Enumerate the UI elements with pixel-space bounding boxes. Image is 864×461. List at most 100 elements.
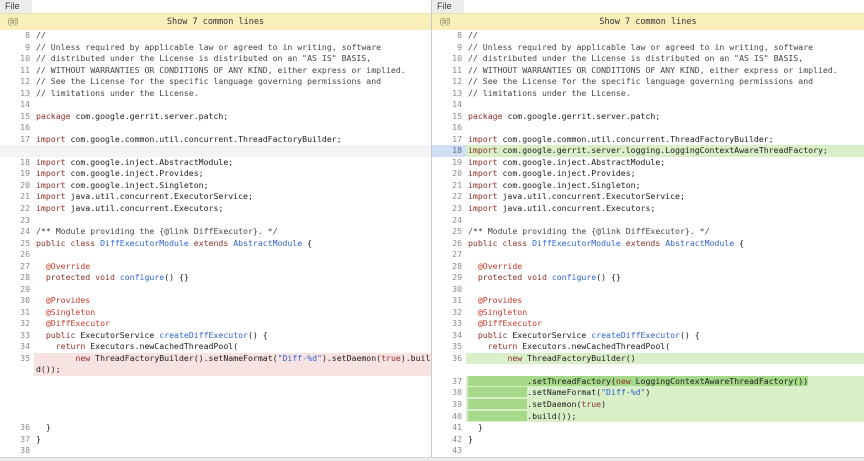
code-token: } — [36, 422, 51, 432]
line-number[interactable]: 19 — [432, 157, 466, 169]
line-number[interactable]: 12 — [0, 76, 34, 88]
line-number[interactable]: 30 — [432, 284, 466, 296]
show-common-lines-button[interactable]: Show 7 common lines — [432, 14, 864, 30]
line-number[interactable]: 11 — [432, 65, 466, 77]
code-token: import — [36, 203, 66, 213]
line-number[interactable]: 27 — [432, 249, 466, 261]
code-token: // See the License for the specific lang… — [36, 76, 381, 86]
line-number[interactable]: 17 — [432, 134, 466, 146]
code-line: import java.util.concurrent.Executors; — [466, 203, 864, 215]
line-number[interactable]: 16 — [0, 122, 34, 134]
line-number[interactable]: 43 — [432, 445, 466, 457]
code-row: 41 } — [432, 422, 864, 434]
line-number[interactable]: 19 — [0, 168, 34, 180]
line-number[interactable]: 34 — [0, 341, 34, 353]
line-number[interactable]: 10 — [432, 53, 466, 65]
diff-pane-left: File @@ Show 7 common lines 8//9// Unles… — [0, 0, 432, 457]
line-number[interactable]: 26 — [432, 238, 466, 250]
code-line: @Singleton — [34, 307, 431, 319]
line-number[interactable]: 23 — [0, 215, 34, 227]
line-number[interactable]: 35 — [0, 353, 34, 365]
line-number[interactable]: 37 — [432, 376, 466, 388]
line-number[interactable]: 29 — [432, 272, 466, 284]
hunk-bar-right[interactable]: @@ Show 7 common lines — [432, 13, 864, 30]
line-number[interactable]: 31 — [0, 307, 34, 319]
line-number[interactable]: 26 — [0, 249, 34, 261]
code-line: .build()); — [466, 411, 864, 423]
line-number[interactable]: 29 — [0, 284, 34, 296]
line-number[interactable]: 17 — [0, 134, 34, 146]
line-number[interactable]: 42 — [432, 434, 466, 446]
line-number[interactable]: 16 — [432, 122, 466, 134]
line-number[interactable]: 33 — [0, 330, 34, 342]
code-token: @Provides — [478, 295, 522, 305]
code-line: @DiffExecutor — [34, 318, 431, 330]
code-token: .build()); — [527, 411, 576, 421]
line-number[interactable]: 38 — [432, 387, 466, 399]
line-number[interactable]: 15 — [0, 111, 34, 123]
line-number[interactable]: 9 — [432, 42, 466, 54]
line-number[interactable]: 32 — [0, 318, 34, 330]
line-number[interactable]: 41 — [432, 422, 466, 434]
line-number[interactable]: 24 — [432, 215, 466, 227]
line-number[interactable]: 18 — [432, 145, 466, 157]
show-common-lines-button[interactable]: Show 7 common lines — [0, 14, 431, 30]
line-number[interactable]: 14 — [432, 99, 466, 111]
line-number[interactable]: 38 — [0, 445, 34, 457]
line-number[interactable]: 13 — [0, 88, 34, 100]
bottom-scroll-track[interactable] — [0, 457, 864, 461]
line-number[interactable]: 21 — [432, 180, 466, 192]
line-number[interactable]: 25 — [0, 238, 34, 250]
line-number[interactable]: 36 — [432, 353, 466, 365]
code-line — [34, 249, 431, 261]
code-row: 42} — [432, 434, 864, 446]
line-number[interactable]: 20 — [432, 168, 466, 180]
line-number[interactable]: 35 — [432, 341, 466, 353]
code-token: .setNameFormat( — [527, 387, 601, 397]
line-number[interactable]: 18 — [0, 157, 34, 169]
code-token: // WITHOUT WARRANTIES OR CONDITIONS OF A… — [36, 65, 406, 75]
line-number[interactable]: 37 — [0, 434, 34, 446]
code-row: 22import java.util.concurrent.ExecutorSe… — [432, 191, 864, 203]
code-token: com.google.inject.Singleton; — [66, 180, 209, 190]
line-number[interactable]: 31 — [432, 295, 466, 307]
line-number[interactable]: 27 — [0, 261, 34, 273]
line-number[interactable]: 32 — [432, 307, 466, 319]
line-number[interactable]: 28 — [0, 272, 34, 284]
line-number[interactable]: 23 — [432, 203, 466, 215]
code-row: 39 .setDaemon(true) — [432, 399, 864, 411]
code-row: 34 return Executors.newCachedThreadPool( — [0, 341, 431, 353]
line-number[interactable]: 14 — [0, 99, 34, 111]
hunk-bar-left[interactable]: @@ Show 7 common lines — [0, 13, 431, 30]
line-number[interactable]: 40 — [432, 411, 466, 423]
line-number[interactable]: 22 — [0, 203, 34, 215]
code-token: com.google.inject.Provides; — [66, 168, 204, 178]
code-line: @Provides — [34, 295, 431, 307]
code-row: 25public class DiffExecutorModule extend… — [0, 238, 431, 250]
code-row: 23import java.util.concurrent.Executors; — [432, 203, 864, 215]
line-number[interactable]: 12 — [432, 76, 466, 88]
line-number[interactable]: 36 — [0, 422, 34, 434]
line-number[interactable]: 24 — [0, 226, 34, 238]
line-number[interactable]: 15 — [432, 111, 466, 123]
line-number[interactable]: 13 — [432, 88, 466, 100]
line-number[interactable]: 39 — [432, 399, 466, 411]
line-number[interactable]: 33 — [432, 318, 466, 330]
line-number[interactable]: 34 — [432, 330, 466, 342]
line-number[interactable]: 25 — [432, 226, 466, 238]
code-token: new — [507, 353, 522, 363]
code-line — [466, 249, 864, 261]
line-number[interactable]: 11 — [0, 65, 34, 77]
line-number[interactable]: 22 — [432, 191, 466, 203]
line-number[interactable]: 28 — [432, 261, 466, 273]
line-number[interactable]: 8 — [432, 30, 466, 42]
line-number[interactable]: 21 — [0, 191, 34, 203]
line-number[interactable]: 10 — [0, 53, 34, 65]
code-token: @Override — [478, 261, 522, 271]
line-number[interactable]: 9 — [0, 42, 34, 54]
line-number[interactable]: 20 — [0, 180, 34, 192]
line-number[interactable]: 8 — [0, 30, 34, 42]
code-line: import com.google.common.util.concurrent… — [34, 134, 431, 146]
line-number[interactable]: 30 — [0, 295, 34, 307]
code-token: extends — [194, 238, 229, 248]
